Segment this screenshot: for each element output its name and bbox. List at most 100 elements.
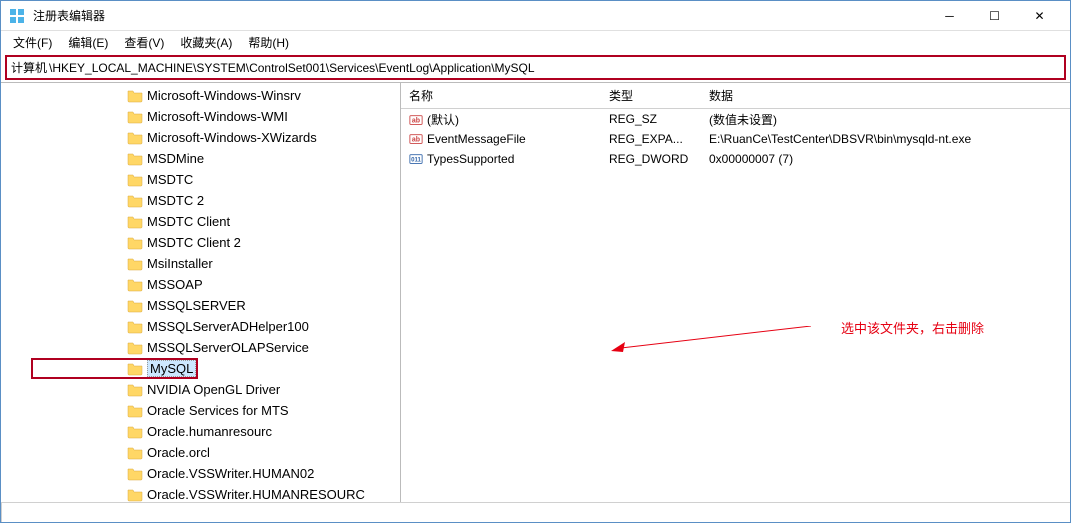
tree-item[interactable]: MSSOAP xyxy=(1,274,400,295)
expand-toggle-icon[interactable] xyxy=(111,258,123,270)
expand-toggle-icon[interactable] xyxy=(111,405,123,417)
tree-item-label: MSSQLServerOLAPService xyxy=(147,340,309,355)
folder-icon xyxy=(127,88,143,104)
value-type: REG_DWORD xyxy=(601,150,701,168)
expand-toggle-icon[interactable] xyxy=(111,216,123,228)
expand-toggle-icon[interactable] xyxy=(111,195,123,207)
tree-item[interactable]: Oracle.humanresourc xyxy=(1,421,400,442)
tree-item-label: MSDTC 2 xyxy=(147,193,204,208)
tree-item[interactable]: MSDTC 2 xyxy=(1,190,400,211)
address-input[interactable] xyxy=(49,61,1060,75)
expand-toggle-icon[interactable] xyxy=(111,342,123,354)
close-button[interactable]: ✕ xyxy=(1017,1,1062,30)
tree-item-label: Oracle.VSSWriter.HUMAN02 xyxy=(147,466,314,481)
folder-icon xyxy=(127,403,143,419)
window-title: 注册表编辑器 xyxy=(33,7,927,24)
tree-item[interactable]: Microsoft-Windows-WMI xyxy=(1,106,400,127)
tree-item[interactable]: NVIDIA OpenGL Driver xyxy=(1,379,400,400)
list-row[interactable]: EventMessageFileREG_EXPA...E:\RuanCe\Tes… xyxy=(401,129,1070,149)
expand-toggle-icon[interactable] xyxy=(111,153,123,165)
menu-view[interactable]: 查看(V) xyxy=(116,32,172,53)
menu-help[interactable]: 帮助(H) xyxy=(240,32,297,53)
tree-item[interactable]: MsiInstaller xyxy=(1,253,400,274)
value-name: EventMessageFile xyxy=(427,132,526,146)
tree-item-label: MsiInstaller xyxy=(147,256,213,271)
expand-toggle-icon[interactable] xyxy=(111,132,123,144)
annotation-text: 选中该文件夹，右击删除 xyxy=(841,318,984,337)
tree-item[interactable]: MSDTC Client xyxy=(1,211,400,232)
value-string-icon xyxy=(409,132,423,146)
tree-item-label: MSDMine xyxy=(147,151,204,166)
folder-icon xyxy=(127,235,143,251)
expand-toggle-icon[interactable] xyxy=(111,489,123,501)
tree-item-label: Microsoft-Windows-XWizards xyxy=(147,130,317,145)
value-name: TypesSupported xyxy=(427,152,514,166)
tree-item-mysql[interactable]: MySQL xyxy=(1,358,400,379)
tree-item-label: MSSQLSERVER xyxy=(147,298,246,313)
value-data: (数值未设置) xyxy=(701,109,1070,130)
menu-favorites[interactable]: 收藏夹(A) xyxy=(172,32,240,53)
tree-item-label: Oracle.orcl xyxy=(147,445,210,460)
expand-toggle-icon[interactable] xyxy=(111,237,123,249)
expand-toggle-icon[interactable] xyxy=(111,363,123,375)
list-row[interactable]: (默认)REG_SZ(数值未设置) xyxy=(401,109,1070,129)
tree-item[interactable]: Microsoft-Windows-XWizards xyxy=(1,127,400,148)
annotation-callout: 选中该文件夹，右击删除 xyxy=(841,318,984,337)
app-icon xyxy=(9,8,25,24)
list-header: 名称 类型 数据 xyxy=(401,83,1070,109)
address-prefix: 计算机 xyxy=(11,59,47,76)
tree-item[interactable]: MSSQLServerOLAPService xyxy=(1,337,400,358)
menu-edit[interactable]: 编辑(E) xyxy=(60,32,116,53)
tree-item-label: MySQL xyxy=(147,360,196,377)
expand-toggle-icon[interactable] xyxy=(111,426,123,438)
expand-toggle-icon[interactable] xyxy=(111,447,123,459)
expand-toggle-icon[interactable] xyxy=(111,90,123,102)
folder-icon xyxy=(127,382,143,398)
tree-item-label: Microsoft-Windows-WMI xyxy=(147,109,288,124)
tree-item-label: MSSOAP xyxy=(147,277,203,292)
tree-item[interactable]: Oracle.VSSWriter.HUMANRESOURC xyxy=(1,484,400,502)
folder-icon xyxy=(127,319,143,335)
tree-item-label: MSDTC Client 2 xyxy=(147,235,241,250)
tree-item[interactable]: MSDTC xyxy=(1,169,400,190)
tree-item[interactable]: Oracle Services for MTS xyxy=(1,400,400,421)
folder-icon xyxy=(127,214,143,230)
folder-icon xyxy=(127,277,143,293)
expand-toggle-icon[interactable] xyxy=(111,468,123,480)
folder-icon xyxy=(127,256,143,272)
folder-icon xyxy=(127,298,143,314)
minimize-button[interactable]: ─ xyxy=(927,1,972,30)
col-header-name[interactable]: 名称 xyxy=(401,83,601,108)
tree-item[interactable]: MSSQLSERVER xyxy=(1,295,400,316)
value-name: (默认) xyxy=(427,113,459,127)
tree-item[interactable]: MSDMine xyxy=(1,148,400,169)
maximize-button[interactable]: ☐ xyxy=(972,1,1017,30)
tree-item-label: NVIDIA OpenGL Driver xyxy=(147,382,280,397)
folder-icon xyxy=(127,130,143,146)
expand-toggle-icon[interactable] xyxy=(111,384,123,396)
tree-pane[interactable]: Microsoft-Windows-Winsrv Microsoft-Window… xyxy=(1,83,401,502)
folder-icon xyxy=(127,109,143,125)
tree-item[interactable]: Microsoft-Windows-Winsrv xyxy=(1,85,400,106)
expand-toggle-icon[interactable] xyxy=(111,111,123,123)
expand-toggle-icon[interactable] xyxy=(111,174,123,186)
tree-item[interactable]: Oracle.orcl xyxy=(1,442,400,463)
tree-item-label: Microsoft-Windows-Winsrv xyxy=(147,88,301,103)
tree-item-label: MSDTC Client xyxy=(147,214,230,229)
list-pane[interactable]: 名称 类型 数据 (默认)REG_SZ(数值未设置)EventMessageFi… xyxy=(401,83,1070,502)
folder-icon xyxy=(127,445,143,461)
folder-icon xyxy=(127,172,143,188)
expand-toggle-icon[interactable] xyxy=(111,279,123,291)
tree-item-label: MSSQLServerADHelper100 xyxy=(147,319,309,334)
col-header-data[interactable]: 数据 xyxy=(701,83,1070,108)
folder-icon xyxy=(127,361,143,377)
menu-file[interactable]: 文件(F) xyxy=(5,32,60,53)
list-row[interactable]: TypesSupportedREG_DWORD0x00000007 (7) xyxy=(401,149,1070,169)
tree-item[interactable]: MSDTC Client 2 xyxy=(1,232,400,253)
expand-toggle-icon[interactable] xyxy=(111,300,123,312)
expand-toggle-icon[interactable] xyxy=(111,321,123,333)
tree-item[interactable]: Oracle.VSSWriter.HUMAN02 xyxy=(1,463,400,484)
col-header-type[interactable]: 类型 xyxy=(601,83,701,108)
window-controls: ─ ☐ ✕ xyxy=(927,1,1062,30)
tree-item[interactable]: MSSQLServerADHelper100 xyxy=(1,316,400,337)
